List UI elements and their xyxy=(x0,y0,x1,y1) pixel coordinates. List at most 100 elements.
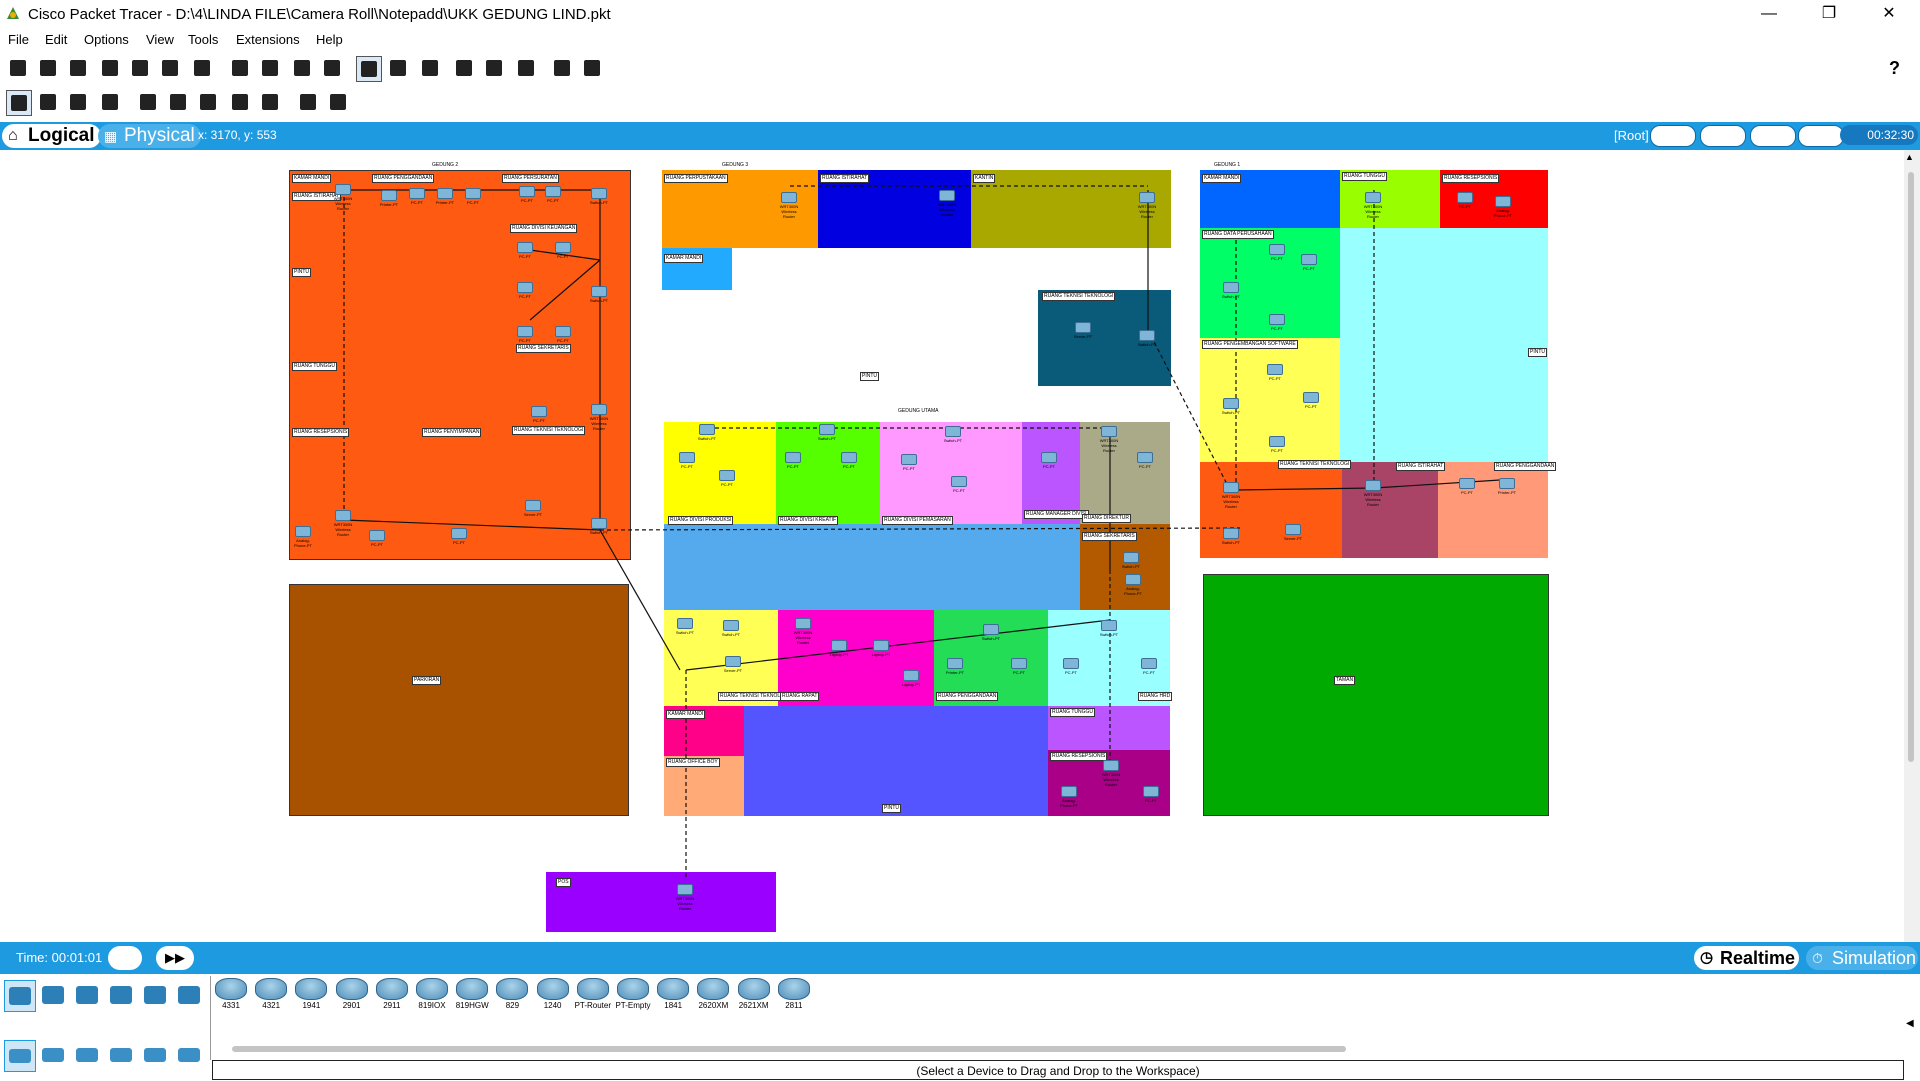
pc[interactable]: PC-PT xyxy=(1138,786,1164,803)
wireless-router[interactable]: WRT300N Wireless Router xyxy=(1096,426,1122,453)
server[interactable]: Server-PT xyxy=(1280,524,1306,541)
multiuser-icon[interactable] xyxy=(174,980,204,1010)
pc[interactable]: PC-PT xyxy=(1452,192,1478,209)
wireless-router[interactable]: WRT300N Wireless Router xyxy=(330,510,356,537)
laptop[interactable]: Laptop-PT xyxy=(898,670,924,687)
pc[interactable]: PC-PT xyxy=(1296,254,1322,271)
pc[interactable]: PC-PT xyxy=(1006,658,1032,675)
pc[interactable]: PC-PT xyxy=(1036,452,1062,469)
pc[interactable]: PC-PT xyxy=(446,528,472,545)
switch[interactable]: Switch-PT xyxy=(694,424,720,441)
wireless-router[interactable]: WRT300N Wireless Router xyxy=(1360,480,1386,507)
switch[interactable]: Switch-PT xyxy=(814,424,840,441)
wireless-router[interactable]: WRT300N Wireless Router xyxy=(934,190,960,217)
ellipse-icon[interactable] xyxy=(228,90,252,114)
wireless-router[interactable]: WRT300N Wireless Router xyxy=(330,184,356,211)
menu-file[interactable]: File xyxy=(8,32,29,47)
device-model-pt-empty[interactable]: PT-Empty xyxy=(614,978,652,1012)
switch[interactable]: Switch-PT xyxy=(1134,330,1160,347)
pc[interactable]: PC-PT xyxy=(514,186,540,203)
zoom-in-icon[interactable] xyxy=(356,56,382,82)
device-model-4331[interactable]: 4331 xyxy=(212,978,250,1012)
device-model-2621xm[interactable]: 2621XM xyxy=(735,978,773,1012)
activity-wizard-icon[interactable] xyxy=(190,56,214,80)
pc[interactable]: PC-PT xyxy=(896,454,922,471)
pc[interactable]: PC-PT xyxy=(836,452,862,469)
horizontal-scroll-thumb[interactable] xyxy=(232,1046,1346,1052)
miscellaneous-icon[interactable] xyxy=(140,980,170,1010)
pc[interactable]: PC-PT xyxy=(550,326,576,343)
routers-icon[interactable] xyxy=(4,1040,36,1072)
analog-phone[interactable]: Analog-Phone-PT xyxy=(1490,196,1516,218)
inspect-icon[interactable] xyxy=(36,90,60,114)
pc[interactable]: PC-PT xyxy=(780,452,806,469)
root-label[interactable]: [Root] xyxy=(1614,128,1649,143)
switch[interactable]: Switch-PT xyxy=(1218,398,1244,415)
pc[interactable]: PC-PT xyxy=(404,188,430,205)
printer[interactable]: Printer-PT xyxy=(432,188,458,205)
vertical-scroll-thumb[interactable] xyxy=(1908,172,1914,762)
analog-phone[interactable]: Analog-Phone-PT xyxy=(1120,574,1146,596)
pc[interactable]: PC-PT xyxy=(1058,658,1084,675)
copy-icon[interactable] xyxy=(228,56,252,80)
end-devices-icon[interactable] xyxy=(38,980,68,1010)
device-model-819iox[interactable]: 819IOX xyxy=(413,978,451,1012)
pc[interactable]: PC-PT xyxy=(364,530,390,547)
device-model-2911[interactable]: 2911 xyxy=(373,978,411,1012)
connections-icon[interactable] xyxy=(106,980,136,1010)
pc[interactable]: PC-PT xyxy=(540,186,566,203)
save-icon[interactable] xyxy=(66,56,90,80)
pdu-list-icon[interactable] xyxy=(550,56,574,80)
tab-physical[interactable]: ▦ Physical xyxy=(98,124,201,148)
printer[interactable]: Printer-PT xyxy=(942,658,968,675)
server[interactable]: Server-PT xyxy=(520,500,546,517)
wireless-icon[interactable] xyxy=(106,1040,136,1070)
simple-pdu-icon[interactable] xyxy=(296,90,320,114)
device-model-1240[interactable]: 1240 xyxy=(534,978,572,1012)
pc[interactable]: PC-PT xyxy=(1454,478,1480,495)
simulation-mode-button[interactable]: ⏱ Simulation xyxy=(1806,946,1919,970)
wireless-router[interactable]: WRT300N Wireless Router xyxy=(1134,192,1160,219)
resize-icon[interactable] xyxy=(98,90,122,114)
pc[interactable]: PC-PT xyxy=(460,188,486,205)
switches-icon[interactable] xyxy=(38,1040,68,1070)
menu-options[interactable]: Options xyxy=(84,32,129,47)
switch[interactable]: Switch-PT xyxy=(1118,552,1144,569)
zoom-out-icon[interactable] xyxy=(418,56,442,80)
laptop[interactable]: Laptop-PT xyxy=(826,640,852,657)
print-icon[interactable] xyxy=(98,56,122,80)
network-devices-icon[interactable] xyxy=(4,980,36,1012)
restore-button[interactable]: ❐ xyxy=(1806,0,1852,28)
printer[interactable]: Printer-PT xyxy=(1494,478,1520,495)
network-wizard-icon[interactable] xyxy=(158,56,182,80)
move-object-icon[interactable] xyxy=(1750,125,1796,147)
printer[interactable]: Printer-PT xyxy=(376,190,402,207)
menu-edit[interactable]: Edit xyxy=(45,32,67,47)
server[interactable]: Server-PT xyxy=(1070,322,1096,339)
device-model-1941[interactable]: 1941 xyxy=(292,978,330,1012)
info-icon[interactable] xyxy=(128,56,152,80)
device-model-2620xm[interactable]: 2620XM xyxy=(694,978,732,1012)
analog-phone[interactable]: Analog-Phone-PT xyxy=(290,526,316,548)
security-icon[interactable] xyxy=(140,1040,170,1070)
new-cluster-icon[interactable] xyxy=(1700,125,1746,147)
wireless-router[interactable]: WRT300N Wireless Router xyxy=(1098,760,1124,787)
device-model-829[interactable]: 829 xyxy=(493,978,531,1012)
pc[interactable]: PC-PT xyxy=(512,326,538,343)
device-model-1841[interactable]: 1841 xyxy=(654,978,692,1012)
zoom-reset-icon[interactable] xyxy=(386,56,410,80)
close-button[interactable]: ✕ xyxy=(1866,0,1912,28)
switch[interactable]: Switch-PT xyxy=(718,620,744,637)
text-file-icon[interactable] xyxy=(514,56,538,80)
pc[interactable]: PC-PT xyxy=(1298,392,1324,409)
realtime-mode-button[interactable]: ◷ Realtime xyxy=(1694,946,1800,970)
laptop[interactable]: Laptop-PT xyxy=(868,640,894,657)
server[interactable]: Server-PT xyxy=(720,656,746,673)
line-icon[interactable] xyxy=(166,90,190,114)
undo-icon[interactable] xyxy=(290,56,314,80)
switch[interactable]: Switch-PT xyxy=(586,188,612,205)
delete-icon[interactable] xyxy=(66,90,90,114)
switch[interactable]: Switch-PT xyxy=(1096,620,1122,637)
wireless-router[interactable]: WRT300N Wireless Router xyxy=(1360,192,1386,219)
menu-view[interactable]: View xyxy=(146,32,174,47)
